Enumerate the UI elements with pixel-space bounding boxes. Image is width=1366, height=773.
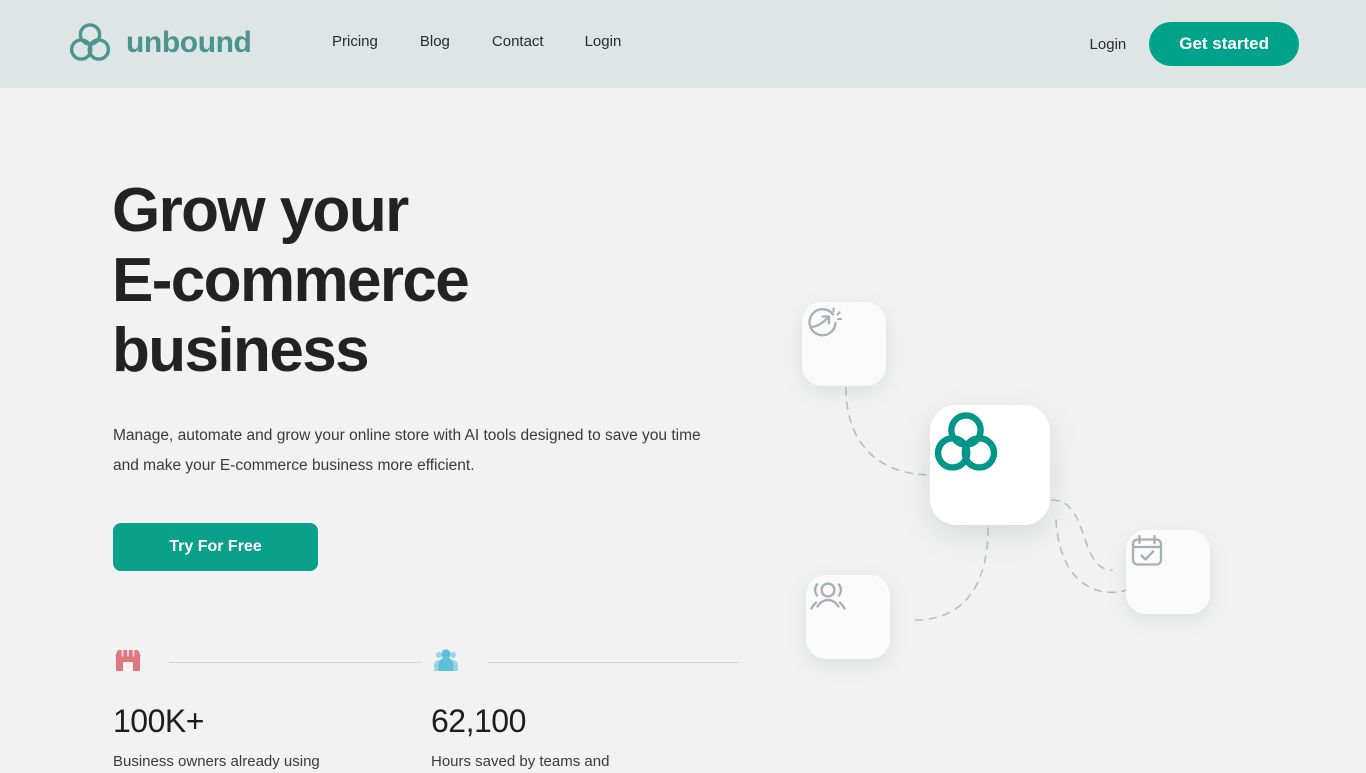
- nav-link-login[interactable]: Login: [575, 33, 632, 50]
- people-group-icon: [431, 647, 461, 678]
- illustration-card-calendar: [1126, 530, 1210, 614]
- page-title: Grow your E-commerce business: [112, 176, 470, 385]
- stat-label: Business owners already using: [113, 753, 320, 770]
- stat-divider: [169, 661, 421, 663]
- nav-link-contact[interactable]: Contact: [482, 33, 554, 50]
- header-login-link[interactable]: Login: [1090, 36, 1127, 53]
- try-for-free-button[interactable]: Try For Free: [113, 523, 318, 571]
- get-started-button[interactable]: Get started: [1149, 22, 1299, 66]
- hero-illustration: [760, 270, 1300, 690]
- stat-header: [113, 645, 431, 679]
- stat-item: 100K+ Business owners already using: [113, 645, 431, 773]
- trefoil-knot-logo-icon: [68, 18, 112, 68]
- stat-divider: [487, 661, 739, 663]
- illustration-card-users: [806, 575, 890, 659]
- illustration-card-logo: [930, 405, 1050, 525]
- stat-value: 62,100: [431, 703, 526, 739]
- brand-name: unbound: [126, 26, 252, 59]
- site-header: unbound Pricing Blog Contact Login Login…: [0, 0, 1366, 88]
- storefront-icon: [113, 647, 143, 678]
- illustration-card-growth: [802, 302, 886, 386]
- nav-link-pricing[interactable]: Pricing: [322, 33, 388, 50]
- stat-header: [431, 645, 749, 679]
- nav-link-blog[interactable]: Blog: [410, 33, 460, 50]
- header-actions: Login Get started: [1090, 22, 1299, 66]
- brand-logo[interactable]: unbound: [68, 18, 252, 68]
- hero-subtitle: Manage, automate and grow your online st…: [113, 427, 701, 474]
- stat-label: Hours saved by teams and: [431, 753, 610, 770]
- stat-value: 100K+: [113, 703, 204, 739]
- stat-item: 62,100 Hours saved by teams and: [431, 645, 749, 773]
- stats-row: 100K+ Business owners already using 62,1…: [113, 645, 749, 773]
- primary-nav: Pricing Blog Contact Login: [322, 33, 631, 50]
